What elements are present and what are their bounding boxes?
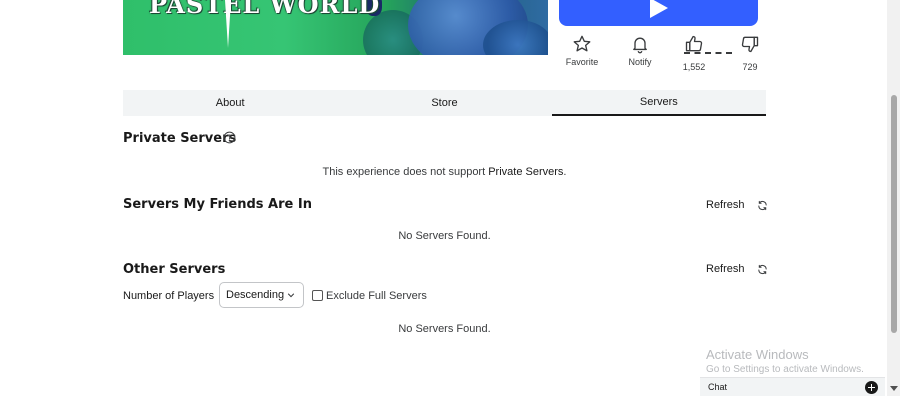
exclude-full-checkbox[interactable] (312, 290, 323, 301)
chat-bar[interactable]: Chat (700, 377, 885, 396)
tab-about[interactable]: About (123, 90, 337, 116)
thumbs-down-icon (741, 36, 759, 53)
notify-label: Notify (628, 57, 652, 67)
number-of-players-label: Number of Players (123, 290, 215, 302)
notify-button[interactable]: Notify (620, 34, 660, 67)
exclude-full-label[interactable]: Exclude Full Servers (326, 290, 427, 302)
thumbnail-title: PASTEL WORLD (149, 0, 381, 19)
private-servers-link[interactable]: Private Servers (488, 166, 563, 178)
scrollbar-thumb[interactable] (891, 95, 897, 333)
friends-refresh-button[interactable]: Refresh (706, 198, 768, 212)
scroll-down-arrow[interactable] (890, 386, 898, 391)
private-servers-message: This experience does not support Private… (322, 166, 567, 178)
sort-order-select[interactable]: Descending (219, 282, 304, 308)
star-icon (573, 35, 591, 52)
refresh-icon (758, 200, 767, 210)
downvote-button[interactable]: 729 (730, 34, 770, 72)
favorite-label: Favorite (565, 57, 599, 67)
downvote-count: 729 (742, 62, 758, 72)
thumbs-up-icon (685, 35, 703, 52)
play-icon (649, 0, 668, 18)
other-servers-empty: No Servers Found. (398, 323, 491, 335)
add-chat-icon[interactable] (865, 380, 878, 394)
chevron-down-icon (287, 293, 295, 298)
help-icon[interactable] (223, 131, 236, 144)
sword-emblem (225, 0, 231, 48)
other-servers-heading: Other Servers (123, 262, 226, 277)
tab-bar: About Store Servers (123, 90, 766, 116)
play-button[interactable] (559, 0, 758, 26)
other-refresh-button[interactable]: Refresh (706, 262, 768, 276)
refresh-icon (758, 264, 767, 274)
chat-label: Chat (708, 382, 728, 392)
tab-servers[interactable]: Servers (551, 90, 766, 116)
game-thumbnail: PASTEL WORLD (123, 0, 548, 55)
favorite-button[interactable]: Favorite (562, 34, 602, 67)
refresh-label: Refresh (706, 199, 745, 211)
upvote-count: 1,552 (682, 62, 706, 72)
friends-servers-heading: Servers My Friends Are In (123, 197, 312, 212)
refresh-label: Refresh (706, 263, 745, 275)
sort-order-value: Descending (226, 289, 285, 301)
watermark-title: Activate Windows (706, 347, 809, 362)
watermark-subtitle: Go to Settings to activate Windows. (706, 364, 864, 375)
friends-servers-empty: No Servers Found. (398, 230, 491, 242)
private-servers-heading: Private Servers (123, 131, 237, 146)
tab-store[interactable]: Store (337, 90, 551, 116)
vote-ratio-bar (684, 52, 732, 54)
bell-icon (633, 37, 647, 54)
